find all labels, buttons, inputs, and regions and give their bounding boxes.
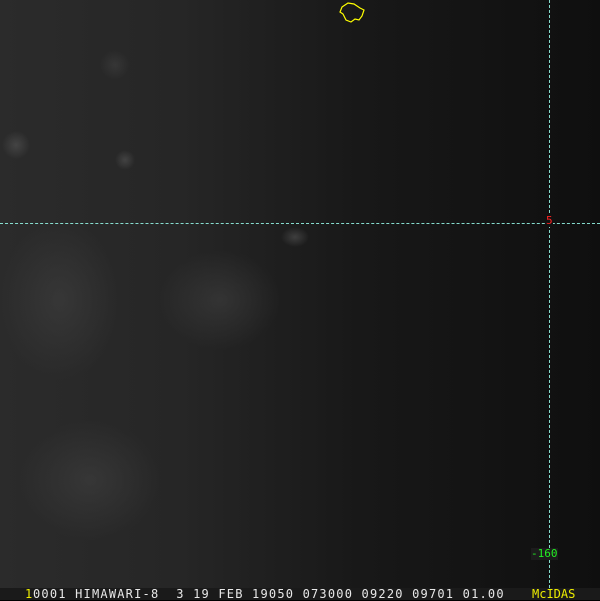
coastline-outline [339, 2, 365, 23]
cloud [0, 220, 120, 380]
cloud [100, 50, 130, 80]
longitude-gridline [549, 0, 550, 588]
cloud [2, 131, 30, 159]
cloud [20, 420, 160, 540]
cloud [281, 227, 309, 247]
frame-number: 1 [25, 587, 33, 601]
info-bar: 1 0001 HIMAWARI-8 3 19 FEB 19050 073000 … [0, 588, 600, 600]
longitude-label: -160 [531, 547, 558, 560]
image-info-text: 0001 HIMAWARI-8 3 19 FEB 19050 073000 09… [33, 587, 505, 601]
latitude-gridline [0, 223, 600, 224]
latitude-label: 5 [546, 214, 553, 227]
mcidas-logo: McIDAS [532, 587, 576, 601]
cloud-field [0, 50, 309, 540]
cloud [160, 250, 280, 350]
cloud [115, 150, 135, 170]
satellite-image: 5 -160 1 0001 HIMAWARI-8 3 19 FEB 19050 … [0, 0, 600, 600]
